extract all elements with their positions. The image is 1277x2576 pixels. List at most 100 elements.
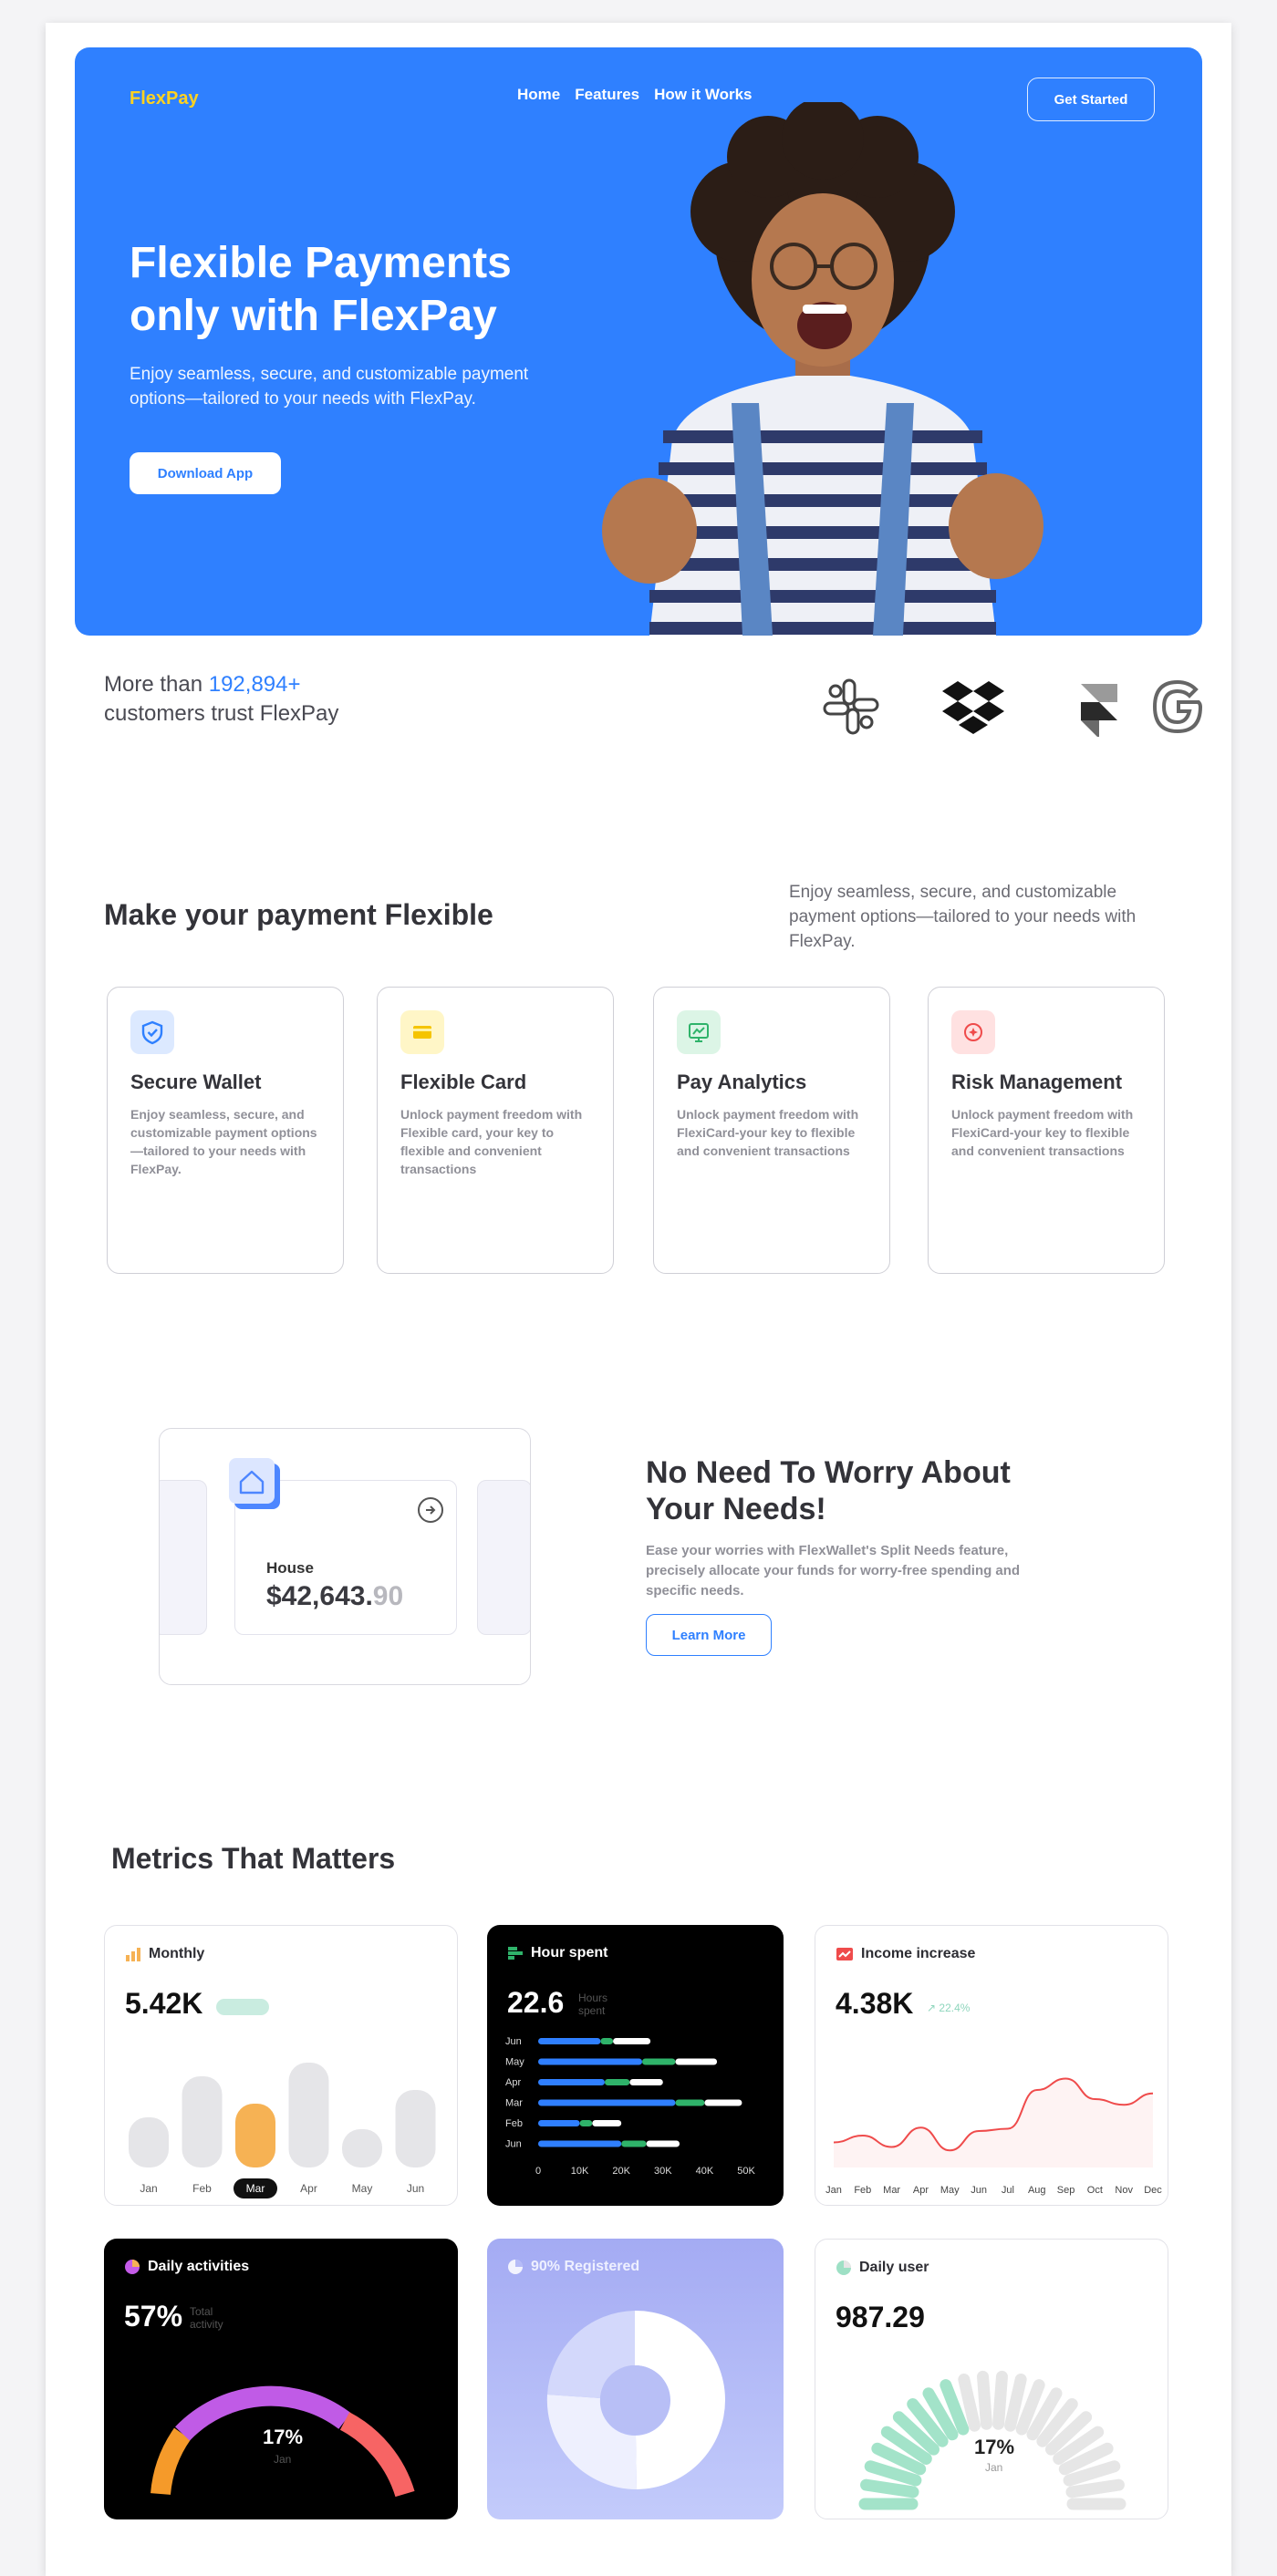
hours-bar-segment <box>642 2058 676 2065</box>
page: FlexPay Home Features How it Works Get S… <box>46 23 1231 2576</box>
hours-row-label: Feb <box>505 2118 523 2129</box>
hours-tick-label: 50K <box>737 2166 755 2177</box>
hours-tick-label: 20K <box>612 2166 630 2177</box>
download-app-button[interactable]: Download App <box>130 452 281 494</box>
income-area <box>834 2078 1153 2167</box>
daily-user-value: 987.29 <box>836 2301 925 2333</box>
daily-activities-label: Daily activities <box>148 2259 250 2274</box>
monthly-tick-label: Jan <box>140 2182 157 2195</box>
hours-row-label: Jun <box>505 2139 522 2150</box>
daily-user-gauge-segment <box>977 2370 992 2430</box>
flexpay-logo[interactable]: FlexPay <box>130 88 199 109</box>
monthly-header: Monthly <box>125 1946 204 1962</box>
monthly-label: Monthly <box>149 1946 205 1961</box>
income-tick-label: Aug <box>1028 2185 1046 2196</box>
daily-user-gauge-segment <box>860 2478 919 2498</box>
income-header: Income increase <box>836 1946 975 1962</box>
hours-bar-segment <box>646 2140 680 2147</box>
arrow-right-icon[interactable] <box>418 1497 443 1523</box>
daily-user-header: Daily user <box>836 2260 929 2276</box>
hours-bar-segment <box>538 2079 605 2085</box>
fund-amount: $42,643.90 <box>266 1581 403 1612</box>
income-label: Income increase <box>861 1946 976 1961</box>
hours-bar-segment <box>675 2099 705 2106</box>
daily-user-card[interactable]: Daily user 987.29 17% Jan <box>815 2239 1168 2519</box>
nav-how-it-works[interactable]: How it Works <box>654 86 752 104</box>
ghost-card-right <box>477 1480 530 1635</box>
nav-home[interactable]: Home <box>517 86 560 104</box>
hours-bar-segment <box>613 2038 651 2044</box>
monthly-bar-feb[interactable] <box>182 2076 223 2167</box>
income-value: 4.38K <box>836 1987 914 2020</box>
monthly-bar-may[interactable] <box>342 2129 382 2167</box>
hero-subtitle: Enjoy seamless, secure, and customizable… <box>130 365 529 409</box>
feature-title: Flexible Card <box>400 1071 527 1093</box>
income-change: ↗ 22.4% <box>927 2002 971 2014</box>
feature-card-secure-wallet[interactable]: Secure Wallet Enjoy seamless, secure, an… <box>107 987 344 1274</box>
hours-bar-segment <box>704 2099 742 2106</box>
monthly-bar-apr[interactable] <box>288 2063 329 2167</box>
features-description: Enjoy seamless, secure, and customizable… <box>789 883 1137 951</box>
income-tick-label: Mar <box>883 2185 900 2196</box>
daily-user-center: 17% <box>974 2436 1015 2458</box>
feature-description: Unlock payment freedom with FlexiCard-yo… <box>677 1107 859 1158</box>
feature-card-flexible-card[interactable]: Flexible Card Unlock payment freedom wit… <box>377 987 614 1274</box>
hours-tick-label: 0 <box>535 2166 541 2177</box>
income-tick-label: Apr <box>913 2185 929 2196</box>
hours-tick-label: 30K <box>654 2166 672 2177</box>
pie-icon <box>836 2260 851 2275</box>
framer-logo-icon <box>1081 684 1117 737</box>
daily-user-center-sub: Jan <box>985 2461 1003 2474</box>
horizontal-bar-icon <box>508 1947 523 1960</box>
income-line-chart: Jan Feb Mar Apr May Jun Jul Aug Sep Oct Nov Dec <box>825 2077 1162 2196</box>
daily-activities-center-sub: Jan <box>274 2453 292 2466</box>
google-logo-icon <box>1152 679 1203 734</box>
hours-bar-segment <box>675 2058 718 2065</box>
shield-icon <box>130 1010 174 1054</box>
monthly-trend-pill <box>216 1999 269 2015</box>
hours-bar-segment <box>600 2038 614 2044</box>
income-tick-label: Dec <box>1144 2185 1162 2196</box>
hour-spent-card[interactable]: Hour spent 22.6 Hours spent Jun May Apr Mar… <box>487 1925 784 2206</box>
hours-tick-label: 40K <box>696 2166 714 2177</box>
monthly-bar-jan[interactable] <box>129 2117 169 2167</box>
hours-bar-segment <box>621 2140 647 2147</box>
daily-activities-card[interactable]: Daily activities 57% Total activity 17% … <box>104 2239 458 2519</box>
monthly-value: 5.42K <box>125 1987 202 2021</box>
daily-activities-header: Daily activities <box>124 2259 249 2275</box>
learn-more-button[interactable]: Learn More <box>646 1614 772 1656</box>
nav-features[interactable]: Features <box>575 86 639 104</box>
income-tick-label: May <box>940 2185 960 2196</box>
dropbox-logo-icon <box>942 681 1004 734</box>
feature-card-risk-management[interactable]: Risk Management Unlock payment freedom w… <box>928 987 1165 1274</box>
feature-card-pay-analytics[interactable]: Pay Analytics Unlock payment freedom wit… <box>653 987 890 1274</box>
hours-bar-segment <box>579 2120 593 2126</box>
registered-card[interactable]: 90% Registered <box>487 2239 784 2519</box>
hours-bar-segment <box>538 2058 642 2065</box>
monthly-value-text: 5.42K <box>125 1987 203 2020</box>
monthly-tick-label: Mar <box>246 2182 265 2195</box>
hours-bar-segment <box>592 2120 622 2126</box>
monthly-tick-label: Apr <box>300 2182 317 2195</box>
pie-icon <box>508 2260 523 2274</box>
card-icon <box>400 1010 444 1054</box>
features-title: Make your payment Flexible <box>104 898 493 931</box>
hero-title-line-2: only with FlexPay <box>130 292 497 340</box>
trust-statement: More than 192,894+ customers trust FlexP… <box>104 670 338 729</box>
monthly-bar-jun[interactable] <box>395 2090 436 2167</box>
income-tick-label: Jun <box>971 2185 987 2196</box>
bar-chart-icon <box>126 1948 140 1961</box>
income-tick-label: Jul <box>1002 2185 1014 2196</box>
monthly-card[interactable]: Monthly 5.42K Jan Feb Mar Apr May Jun <box>104 1925 458 2206</box>
hero-section: FlexPay Home Features How it Works Get S… <box>75 47 1202 636</box>
income-increase-card[interactable]: Income increase 4.38K ↗ 22.4% Jan Feb Mar A… <box>815 1925 1168 2206</box>
daily-activities-sub: Total activity <box>190 2305 223 2331</box>
income-tick-label: Jan <box>825 2185 842 2196</box>
split-needs-illustration: House $42,643.90 <box>159 1428 531 1685</box>
hours-row-label: Jun <box>505 2036 522 2047</box>
monthly-bar-mar[interactable] <box>235 2104 275 2167</box>
hour-spent-unit: Hours spent <box>578 1991 608 2017</box>
hour-spent-header: Hour spent <box>507 1945 607 1961</box>
daily-user-label: Daily user <box>859 2260 929 2275</box>
hours-bar-segment <box>538 2038 601 2044</box>
